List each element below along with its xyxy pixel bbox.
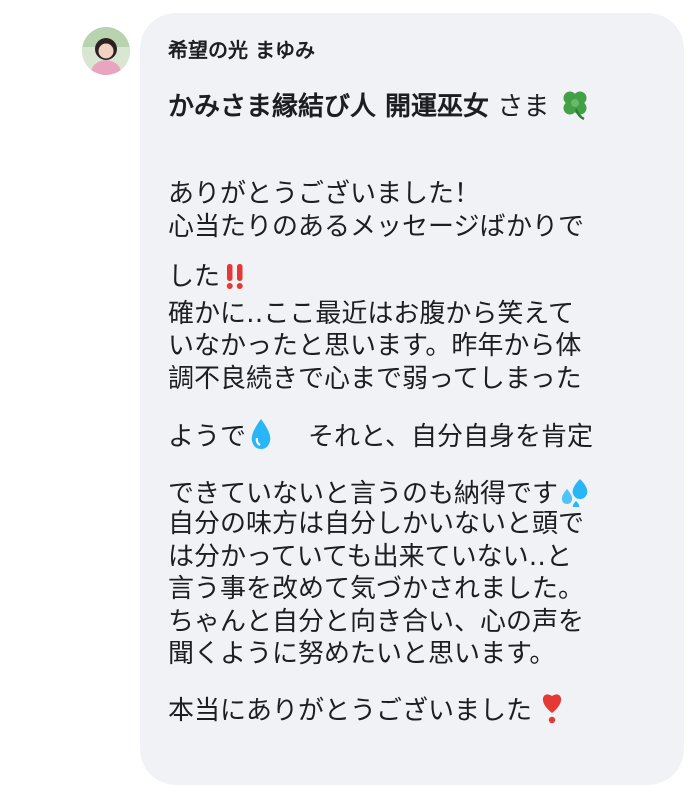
profile-photo-icon [82, 27, 130, 75]
message-line: 本当にありがとうございました [168, 691, 668, 726]
message-line: ようで それと、自分自身を肯定 [168, 417, 668, 452]
avatar[interactable] [82, 27, 130, 75]
message-line: 聞くように努めたいと思います。 [168, 639, 556, 669]
message-line: 調不良続きで心まで弱ってしまった [168, 363, 582, 394]
mention-tag[interactable]: かみさま縁結び人 開運巫女 [168, 92, 489, 122]
sender-name[interactable]: 希望の光 まゆみ [168, 37, 315, 63]
four-leaf-clover-icon [558, 87, 592, 121]
sweat-droplets-icon [558, 476, 592, 508]
comment-bubble: 希望の光 まゆみ かみさま縁結び人 開運巫女 さま ありがとうございました！ 心… [140, 13, 684, 785]
message-line: できていないと言うのも納得です [168, 476, 668, 509]
message-line: 自分の味方は自分しかいないと頭で [168, 509, 585, 539]
message-line: 言う事を改めて気づかされました。 [168, 574, 585, 604]
message-line: した [168, 261, 668, 294]
heart-exclamation-icon [540, 691, 564, 725]
droplet-icon [246, 417, 276, 451]
greeting-line: かみさま縁結び人 開運巫女 さま [168, 87, 592, 127]
message-line: 心当たりのあるメッセージばかりで [168, 211, 585, 242]
message-line: 確かに‥ここ最近はお腹から笑えて [168, 298, 575, 329]
message-body: ありがとうございました！ 心当たりのあるメッセージばかりで した 確かに‥ここ最… [168, 178, 668, 726]
message-line: ありがとうございました！ [168, 179, 481, 209]
message-line: いなかったと思います。昨年から体 [168, 331, 582, 361]
message-line: ちゃんと自分と向き合い、心の声を [168, 606, 585, 637]
message-line: は分かっていても出来ていない‥と [168, 541, 572, 572]
double-exclamation-icon [220, 261, 250, 291]
salutation-text: さま [497, 92, 550, 122]
